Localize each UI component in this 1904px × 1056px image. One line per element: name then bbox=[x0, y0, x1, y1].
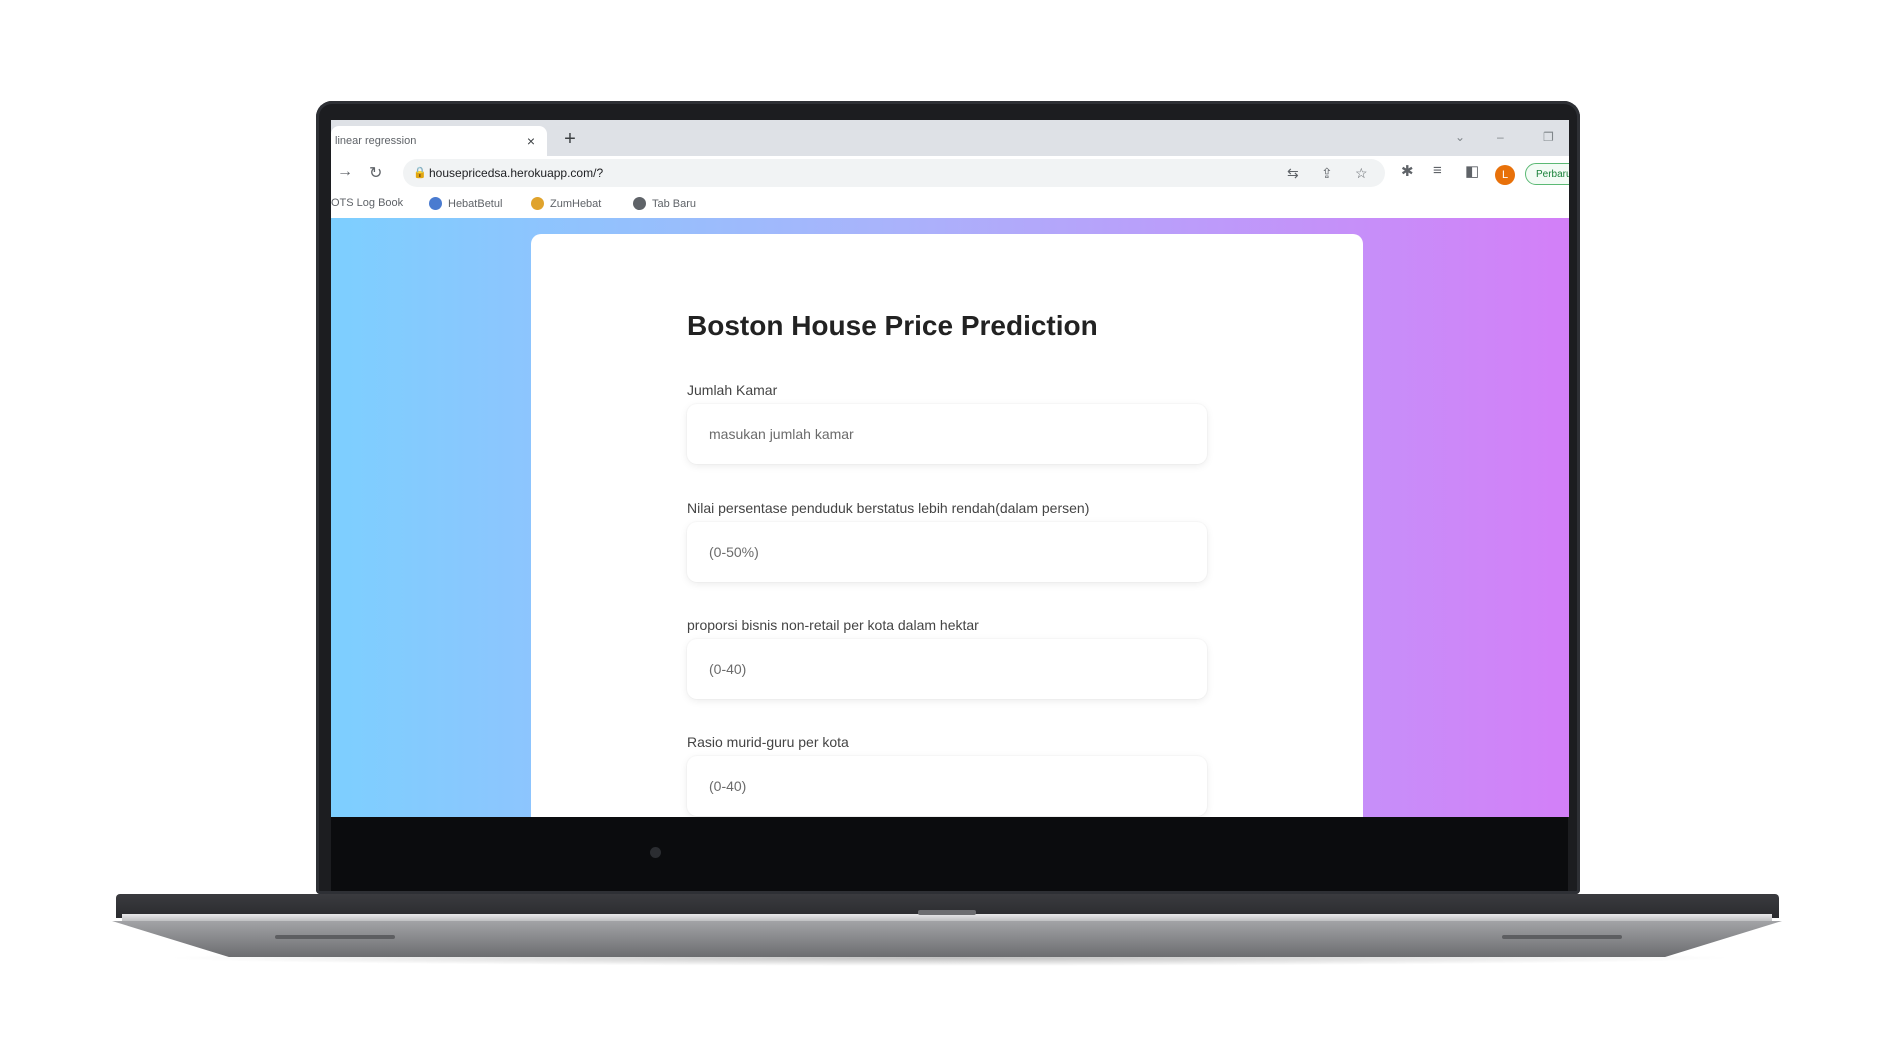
lstat-input[interactable] bbox=[687, 522, 1207, 582]
rooms-input[interactable] bbox=[687, 404, 1207, 464]
extensions-icon[interactable]: ✱ bbox=[1401, 162, 1414, 180]
address-bar[interactable]: 🔒 housepricedsa.herokuapp.com/? ⇆ ⇪ ☆ bbox=[403, 159, 1385, 187]
field-label: Jumlah Kamar bbox=[687, 382, 778, 398]
restore-icon[interactable]: ❐ bbox=[1543, 130, 1554, 144]
translate-icon[interactable]: ⇆ bbox=[1287, 165, 1299, 182]
profile-avatar[interactable]: L bbox=[1495, 165, 1515, 185]
laptop-base bbox=[112, 921, 1782, 957]
share-icon[interactable]: ⇪ bbox=[1321, 165, 1333, 182]
laptop-mockup: linear regression × + ⌄ – ❐ → ↻ 🔒 housep… bbox=[0, 0, 1904, 1056]
field-label: Nilai persentase penduduk berstatus lebi… bbox=[687, 500, 1090, 516]
update-button[interactable]: Perbarui bbox=[1525, 163, 1569, 185]
address-url: housepricedsa.herokuapp.com/? bbox=[429, 166, 604, 180]
laptop-bezel-bottom bbox=[331, 817, 1568, 891]
bookmark-label: HebatBetul bbox=[448, 198, 503, 210]
bookmark-item[interactable]: HebatBetul bbox=[429, 197, 502, 210]
laptop-screen: linear regression × + ⌄ – ❐ → ↻ 🔒 housep… bbox=[331, 120, 1569, 817]
field-box bbox=[687, 639, 1207, 699]
new-tab-button[interactable]: + bbox=[559, 128, 581, 151]
bookmark-label: ZumHebat bbox=[550, 198, 602, 210]
field-ptratio: Rasio murid-guru per kota bbox=[687, 734, 1207, 816]
field-label: proporsi bisnis non-retail per kota dala… bbox=[687, 617, 979, 633]
laptop-foot-right bbox=[1502, 935, 1622, 939]
browser-toolbar: → ↻ 🔒 housepricedsa.herokuapp.com/? ⇆ ⇪ … bbox=[331, 156, 1569, 190]
page-background: Boston House Price Prediction Jumlah Kam… bbox=[331, 218, 1569, 817]
laptop-notch bbox=[918, 910, 976, 915]
field-jumlah-kamar: Jumlah Kamar bbox=[687, 382, 1207, 464]
site-icon bbox=[531, 197, 544, 210]
field-lstat: Nilai persentase penduduk berstatus lebi… bbox=[687, 500, 1207, 582]
field-label: Rasio murid-guru per kota bbox=[687, 734, 849, 750]
bookmark-label: OTS Log Book bbox=[331, 197, 404, 209]
bookmarks-bar: OTS Log Book HebatBetul ZumHebat Tab Bar… bbox=[331, 190, 1569, 219]
bookmark-label: Tab Baru bbox=[652, 198, 697, 210]
tab-title: linear regression bbox=[335, 135, 417, 147]
laptop-base-lip bbox=[122, 914, 1772, 921]
ptratio-input[interactable] bbox=[687, 756, 1207, 816]
laptop-foot-left bbox=[275, 935, 395, 939]
close-icon[interactable]: × bbox=[521, 133, 541, 149]
forward-icon[interactable]: → bbox=[337, 163, 353, 181]
field-indus: proporsi bisnis non-retail per kota dala… bbox=[687, 617, 1207, 699]
side-panel-icon[interactable]: ◧ bbox=[1465, 162, 1479, 180]
form-card: Boston House Price Prediction Jumlah Kam… bbox=[531, 234, 1363, 817]
bookmark-item[interactable]: OTS Log Book bbox=[331, 197, 403, 209]
webcam bbox=[650, 847, 661, 858]
lock-icon: 🔒 bbox=[413, 167, 427, 179]
bookmark-item[interactable]: ZumHebat bbox=[531, 197, 601, 210]
field-box bbox=[687, 756, 1207, 816]
field-box bbox=[687, 522, 1207, 582]
globe-icon bbox=[633, 197, 646, 210]
globe-icon bbox=[429, 197, 442, 210]
field-box bbox=[687, 404, 1207, 464]
tab-strip: linear regression × + ⌄ – ❐ bbox=[331, 120, 1569, 156]
chevron-down-icon[interactable]: ⌄ bbox=[1455, 130, 1465, 144]
page-title: Boston House Price Prediction bbox=[687, 310, 1098, 341]
reload-icon[interactable]: ↻ bbox=[369, 163, 382, 183]
indus-input[interactable] bbox=[687, 639, 1207, 699]
bookmark-item[interactable]: Tab Baru bbox=[633, 197, 696, 210]
tab-active[interactable]: linear regression × bbox=[331, 126, 547, 156]
media-icon[interactable]: ≡ bbox=[1433, 162, 1442, 179]
bookmark-star-icon[interactable]: ☆ bbox=[1355, 165, 1368, 182]
minimize-icon[interactable]: – bbox=[1497, 130, 1504, 144]
